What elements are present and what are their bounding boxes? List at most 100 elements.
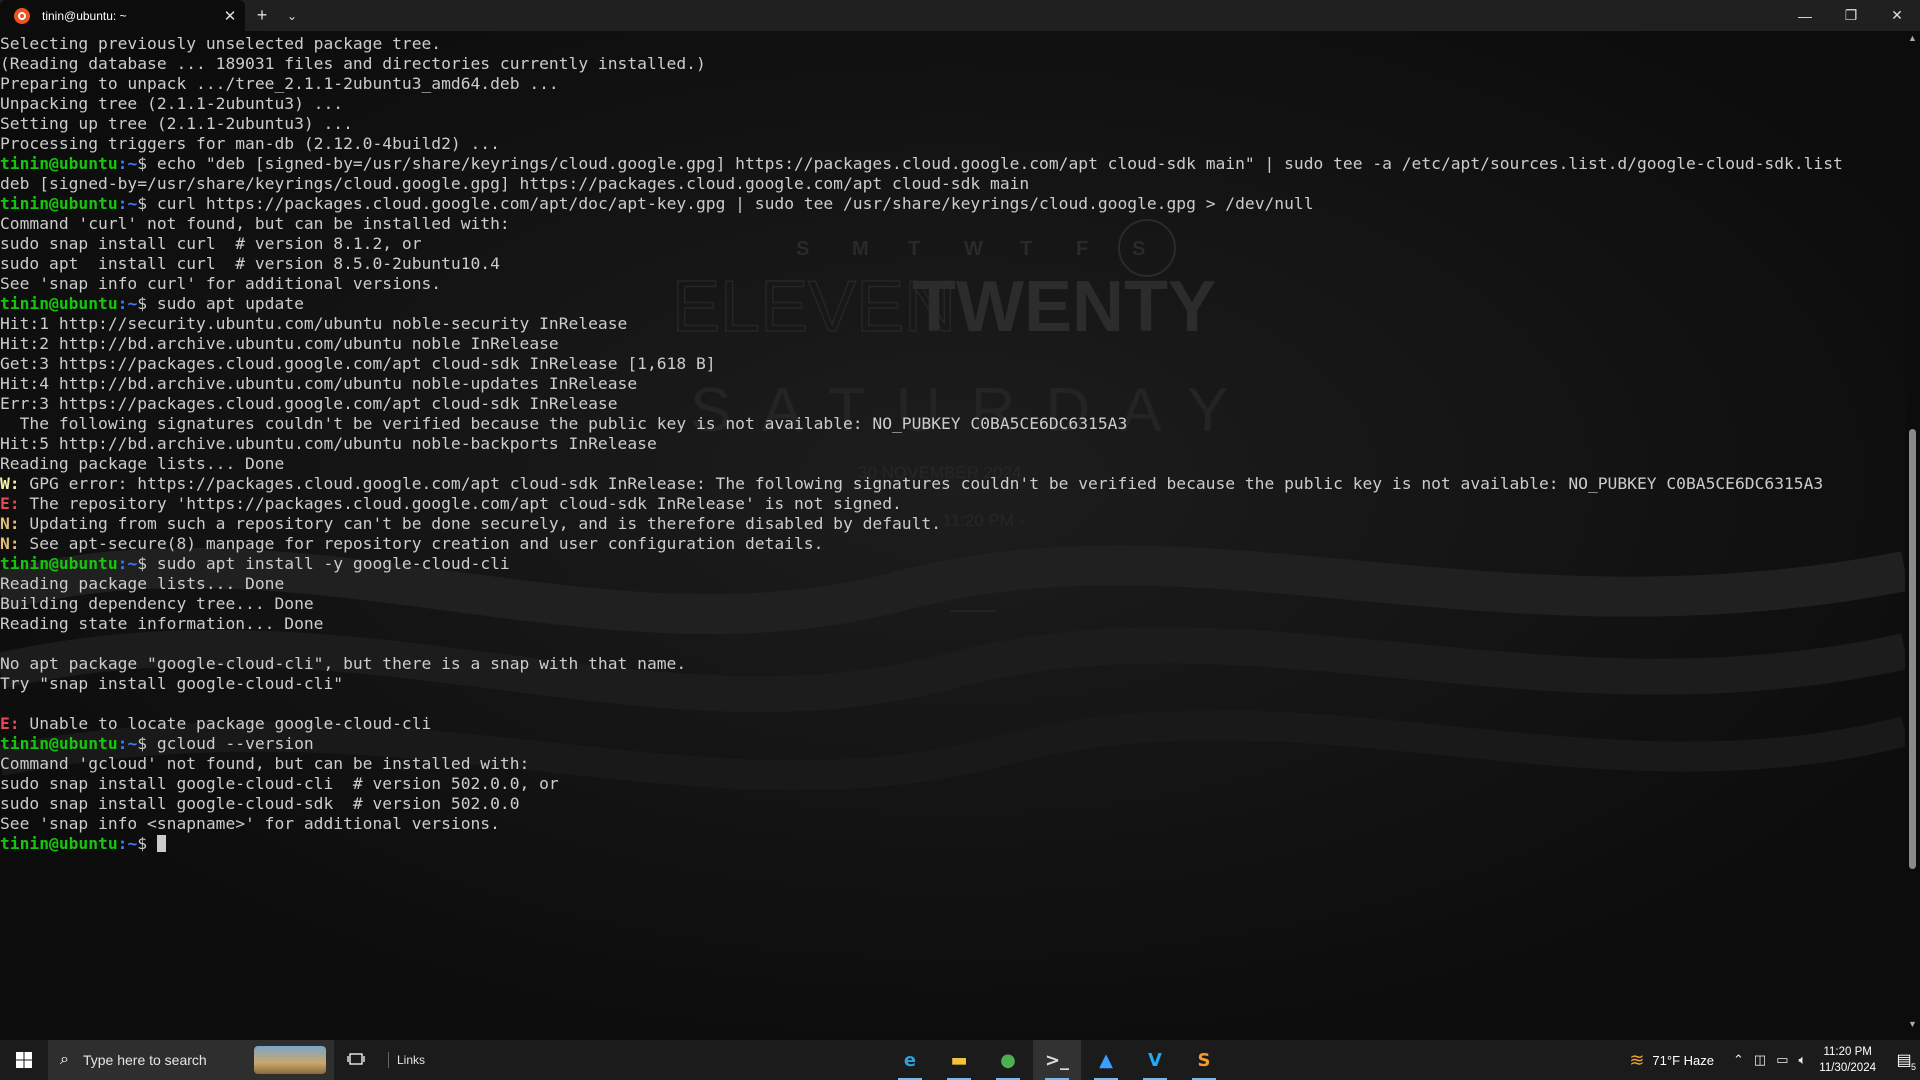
command-text: sudo apt update xyxy=(156,294,304,313)
sublime-taskbar-button[interactable]: S xyxy=(1180,1040,1228,1080)
close-tab-button[interactable]: ✕ xyxy=(215,7,245,25)
note-prefix: N: xyxy=(0,514,20,533)
prompt-suffix: $ xyxy=(137,194,157,213)
terminal-output-line: (Reading database ... 189031 files and d… xyxy=(0,54,706,73)
task-view-icon xyxy=(347,1053,365,1065)
command-text: gcloud --version xyxy=(156,734,314,753)
close-window-button[interactable]: ✕ xyxy=(1874,0,1920,31)
prompt-path: :~ xyxy=(117,554,138,573)
terminal-output-line: sudo snap install google-cloud-cli # ver… xyxy=(0,774,559,793)
vscode-taskbar-button[interactable]: V xyxy=(1131,1040,1179,1080)
maximize-button[interactable]: ❐ xyxy=(1828,0,1874,31)
terminal-command-line: tinin@ubuntu:~$ gcloud --version xyxy=(0,734,1905,754)
new-tab-button[interactable]: + xyxy=(245,0,279,31)
task-view-button[interactable] xyxy=(334,1052,378,1068)
tab-dropdown-button[interactable]: ⌄ xyxy=(279,0,305,31)
terminal-output-line: E: Unable to locate package google-cloud… xyxy=(0,714,1905,734)
terminal-command-line: tinin@ubuntu:~$ xyxy=(0,834,1905,854)
command-text: curl https://packages.cloud.google.com/a… xyxy=(156,194,1314,213)
taskbar-search-box[interactable]: ⌕ Type here to search xyxy=(48,1040,334,1080)
network-icon[interactable]: ▭ xyxy=(1776,1052,1788,1068)
scroll-down-arrow-icon[interactable]: ▼ xyxy=(1905,1019,1920,1029)
output-text: Updating from such a repository can't be… xyxy=(19,514,942,533)
terminal-output-line: E: The repository 'https://packages.clou… xyxy=(0,494,1905,514)
edge-taskbar-button[interactable]: e xyxy=(886,1040,934,1080)
photos-taskbar-button[interactable]: ▲ xyxy=(1082,1040,1130,1080)
file-explorer-icon: ▬ xyxy=(950,1049,968,1071)
meet-now-icon[interactable]: ◫ xyxy=(1754,1052,1766,1068)
terminal-area[interactable]: SMTWTFS ELEVEN TWENTY SATURDAY 30 NOVEMB… xyxy=(0,31,1905,1031)
terminal-output-line: Unpacking tree (2.1.1-2ubuntu3) ... xyxy=(0,94,344,113)
terminal-output-line: Reading state information... Done xyxy=(0,614,324,633)
toolbar-divider xyxy=(388,1052,389,1068)
file-explorer-taskbar-button[interactable]: ▬ xyxy=(935,1040,983,1080)
prompt-suffix: $ xyxy=(137,294,157,313)
notification-icon: ▤ xyxy=(1896,1052,1912,1069)
prompt-user: tinin@ubuntu xyxy=(0,154,118,173)
taskbar-clock[interactable]: 11:20 PM 11/30/2024 xyxy=(1819,1044,1876,1076)
output-text: Unable to locate package google-cloud-cl… xyxy=(19,714,432,733)
err-prefix: E: xyxy=(0,494,20,513)
prompt-path: :~ xyxy=(117,734,138,753)
terminal-output-line: Get:3 https://packages.cloud.google.com/… xyxy=(0,354,716,373)
start-button[interactable] xyxy=(0,1040,48,1080)
terminal-command-line: tinin@ubuntu:~$ echo "deb [signed-by=/us… xyxy=(0,154,1905,174)
title-bar-drag-area[interactable] xyxy=(305,0,1782,31)
prompt-path: :~ xyxy=(117,194,138,213)
minimize-button[interactable]: — xyxy=(1782,0,1828,31)
scrollbar-thumb[interactable] xyxy=(1909,429,1916,869)
terminal-output-line: Preparing to unpack .../tree_2.1.1-2ubun… xyxy=(0,74,559,93)
terminal-output-line: Reading package lists... Done xyxy=(0,574,285,593)
terminal-output-line: Processing triggers for man-db (2.12.0-4… xyxy=(0,134,500,153)
terminal-output-line: The following signatures couldn't be ver… xyxy=(0,414,1128,433)
volume-icon[interactable]: 🔈︎ xyxy=(1798,1052,1806,1068)
terminal-taskbar-button[interactable]: >_ xyxy=(1033,1040,1081,1080)
terminal-output-line: No apt package "google-cloud-cli", but t… xyxy=(0,654,687,673)
terminal-output-line: Selecting previously unselected package … xyxy=(0,34,442,53)
chevron-up-icon[interactable]: ⌃ xyxy=(1733,1052,1744,1068)
output-text: GPG error: https://packages.cloud.google… xyxy=(19,474,1824,493)
prompt-suffix: $ xyxy=(137,734,157,753)
terminal-command-line: tinin@ubuntu:~$ curl https://packages.cl… xyxy=(0,194,1905,214)
prompt-path: :~ xyxy=(117,154,138,173)
terminal-output-line: Err:3 https://packages.cloud.google.com/… xyxy=(0,394,618,413)
weather-text: 71°F Haze xyxy=(1652,1052,1714,1068)
terminal-output-line: W: GPG error: https://packages.cloud.goo… xyxy=(0,474,1905,494)
terminal-scrollbar[interactable]: ▲ ▼ xyxy=(1905,31,1920,1031)
prompt-user: tinin@ubuntu xyxy=(0,834,118,853)
weather-widget[interactable]: ≋ 71°F Haze xyxy=(1629,1050,1714,1071)
output-text: See apt-secure(8) manpage for repository… xyxy=(19,534,824,553)
prompt-path: :~ xyxy=(117,834,138,853)
terminal-output-line: Setting up tree (2.1.1-2ubuntu3) ... xyxy=(0,114,353,133)
terminal-output-line: Hit:2 http://bd.archive.ubuntu.com/ubunt… xyxy=(0,334,559,353)
terminal-command-line: tinin@ubuntu:~$ sudo apt update xyxy=(0,294,1905,314)
edge-icon: e xyxy=(903,1049,917,1071)
prompt-path: :~ xyxy=(117,294,138,313)
action-center-button[interactable]: ▤ 5 xyxy=(1888,1040,1920,1080)
terminal-output-line: Hit:4 http://bd.archive.ubuntu.com/ubunt… xyxy=(0,374,638,393)
terminal-output-line: sudo snap install curl # version 8.1.2, … xyxy=(0,234,422,253)
note-prefix: N: xyxy=(0,534,20,553)
terminal-output-line: See 'snap info <snapname>' for additiona… xyxy=(0,814,500,833)
ubuntu-icon xyxy=(14,7,30,24)
prompt-suffix: $ xyxy=(137,834,157,853)
prompt-user: tinin@ubuntu xyxy=(0,554,118,573)
terminal-icon: >_ xyxy=(1044,1049,1070,1071)
search-highlight-image xyxy=(254,1046,326,1074)
terminal-output-line: Building dependency tree... Done xyxy=(0,594,314,613)
err-prefix: E: xyxy=(0,714,20,733)
system-tray: ≋ 71°F Haze ⌃ ◫ ▭ 🔈︎ 11:20 PM 11/30/2024… xyxy=(1629,1040,1920,1080)
links-toolbar[interactable]: Links xyxy=(397,1053,425,1067)
prompt-user: tinin@ubuntu xyxy=(0,294,118,313)
terminal-output-line: sudo snap install google-cloud-sdk # ver… xyxy=(0,794,520,813)
terminal-output-line: Hit:5 http://bd.archive.ubuntu.com/ubunt… xyxy=(0,434,657,453)
scroll-up-arrow-icon[interactable]: ▲ xyxy=(1905,33,1920,43)
notification-count: 5 xyxy=(1910,1062,1916,1072)
chrome-taskbar-button[interactable]: ● xyxy=(984,1040,1032,1080)
prompt-suffix: $ xyxy=(137,154,157,173)
terminal-tab[interactable]: tinin@ubuntu: ~ ✕ xyxy=(0,0,245,31)
command-text: sudo apt install -y google-cloud-cli xyxy=(156,554,510,573)
terminal-output-line: deb [signed-by=/usr/share/keyrings/cloud… xyxy=(0,174,1030,193)
